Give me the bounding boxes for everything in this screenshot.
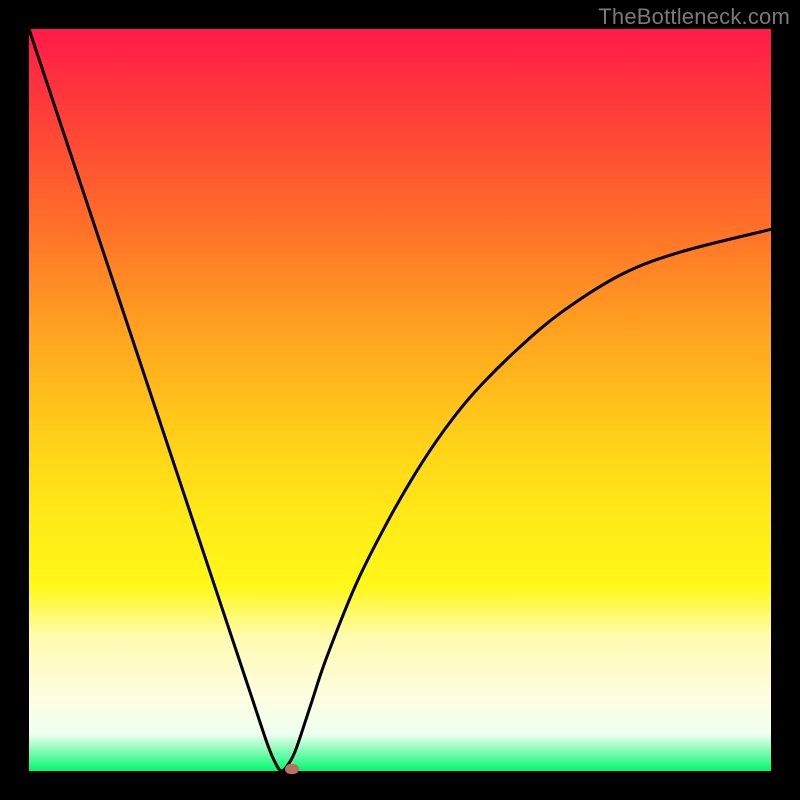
- watermark: TheBottleneck.com: [598, 4, 790, 30]
- plot-area: [29, 29, 771, 771]
- optimum-marker: [285, 764, 299, 774]
- chart-frame: TheBottleneck.com: [0, 0, 800, 800]
